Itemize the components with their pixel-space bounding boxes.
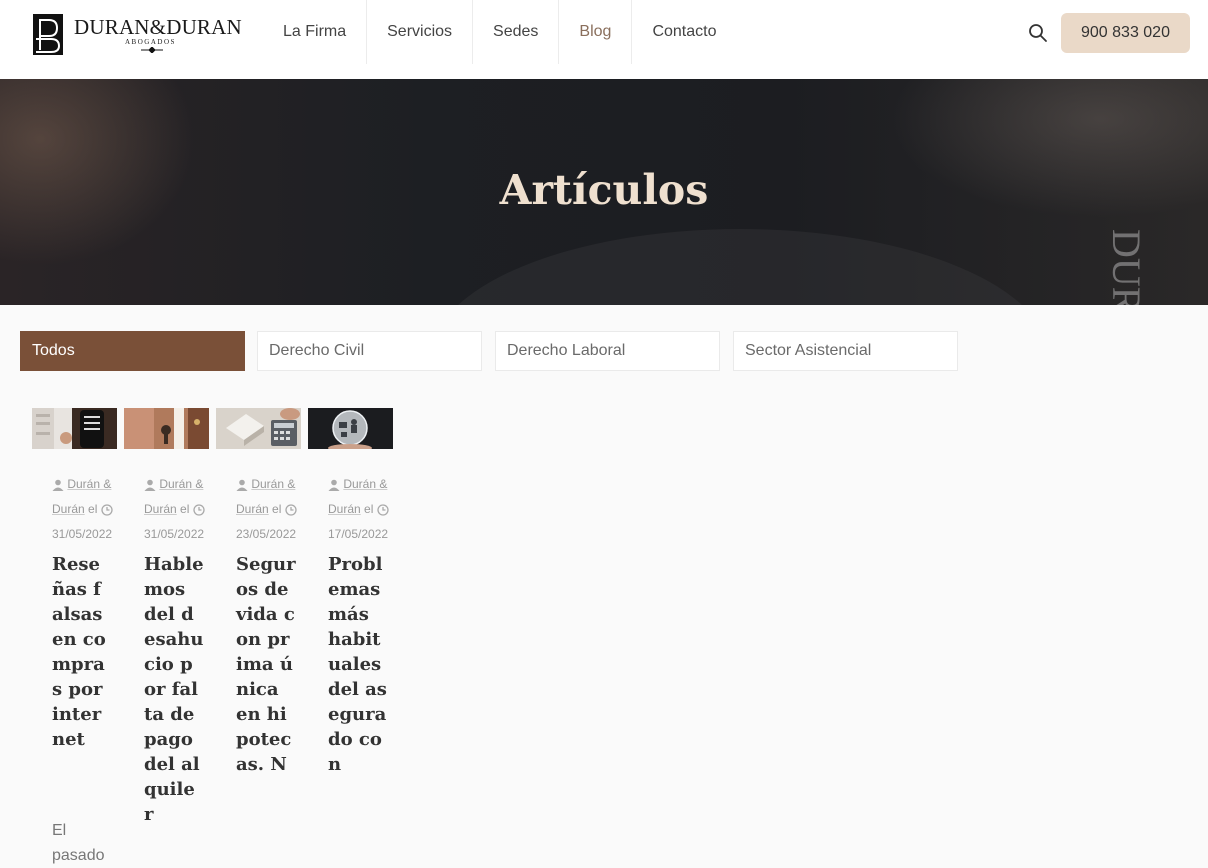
post-author[interactable]: Durán — [144, 502, 177, 516]
post-author[interactable]: Durán — [328, 502, 361, 516]
post-meta: Durán & Durán el 17/05/2022 — [328, 472, 393, 547]
filter-derecho-laboral[interactable]: Derecho Laboral — [495, 331, 720, 371]
nav-item-servicios[interactable]: Servicios — [367, 0, 474, 64]
post-date: 31/05/2022 — [52, 527, 113, 541]
clock-icon — [377, 504, 389, 516]
post-date: 31/05/2022 — [144, 527, 205, 541]
post-thumbnail[interactable] — [32, 408, 117, 449]
user-icon — [144, 479, 156, 491]
site-header: DURAN&DURAN ABOGADOS La Firma Servicios … — [0, 0, 1208, 79]
post-date: 23/05/2022 — [236, 527, 297, 541]
clock-icon — [193, 504, 205, 516]
hero-background-book — [430, 229, 1050, 305]
post-title[interactable]: Seguros de vida con prima única en hipot… — [236, 552, 296, 777]
user-icon — [328, 479, 340, 491]
nav-item-la-firma[interactable]: La Firma — [263, 0, 368, 64]
post-date: 17/05/2022 — [328, 527, 389, 541]
logo-mark-icon — [33, 14, 63, 55]
post-meta: Durán & Durán el 23/05/2022 — [236, 472, 301, 547]
ornament-icon — [141, 47, 163, 53]
post-title[interactable]: Problemas más habituales del asegurado c… — [328, 552, 388, 777]
post-title[interactable]: Hablemos del desahucio por falta de pago… — [144, 552, 204, 827]
nav-item-contacto[interactable]: Contacto — [632, 0, 736, 64]
user-icon — [52, 479, 64, 491]
search-icon[interactable] — [1028, 23, 1048, 43]
logo[interactable]: DURAN&DURAN ABOGADOS — [33, 14, 242, 56]
filter-sector-asistencial[interactable]: Sector Asistencial — [733, 331, 958, 371]
post-meta-prep: el — [180, 502, 190, 516]
post-thumbnail[interactable] — [124, 408, 209, 449]
post-thumbnail[interactable] — [308, 408, 393, 449]
post-author[interactable]: Durán & — [67, 477, 111, 491]
post-author[interactable]: Durán — [52, 502, 85, 516]
post-author[interactable]: Durán — [236, 502, 269, 516]
post-meta: Durán & Durán el 31/05/2022 — [52, 472, 117, 547]
filter-derecho-civil[interactable]: Derecho Civil — [257, 331, 482, 371]
brand-subtitle: ABOGADOS — [125, 38, 176, 46]
post-meta: Durán & Durán el 31/05/2022 — [144, 472, 209, 547]
page-title: Artículos — [499, 166, 709, 214]
nav-item-sedes[interactable]: Sedes — [473, 0, 560, 64]
user-icon — [236, 479, 248, 491]
post-author[interactable]: Durán & — [343, 477, 387, 491]
nav-item-blog[interactable]: Blog — [559, 0, 633, 64]
post-author[interactable]: Durán & — [159, 477, 203, 491]
hero-spine-text: DURAN — [1104, 229, 1149, 305]
clock-icon — [285, 504, 297, 516]
post-author[interactable]: Durán & — [251, 477, 295, 491]
post-title[interactable]: Reseñas falsas en compras por internet — [52, 552, 112, 752]
post-meta-prep: el — [272, 502, 282, 516]
post-meta-prep: el — [88, 502, 98, 516]
post-thumbnail[interactable] — [216, 408, 301, 449]
filter-todos[interactable]: Todos — [20, 331, 245, 371]
post-meta-prep: el — [364, 502, 374, 516]
phone-button[interactable]: 900 833 020 — [1061, 13, 1190, 53]
hero-banner: DURAN Artículos — [0, 79, 1208, 305]
brand-name: DURAN&DURAN — [74, 15, 242, 39]
main-nav: La Firma Servicios Sedes Blog Contacto — [263, 0, 736, 64]
clock-icon — [101, 504, 113, 516]
